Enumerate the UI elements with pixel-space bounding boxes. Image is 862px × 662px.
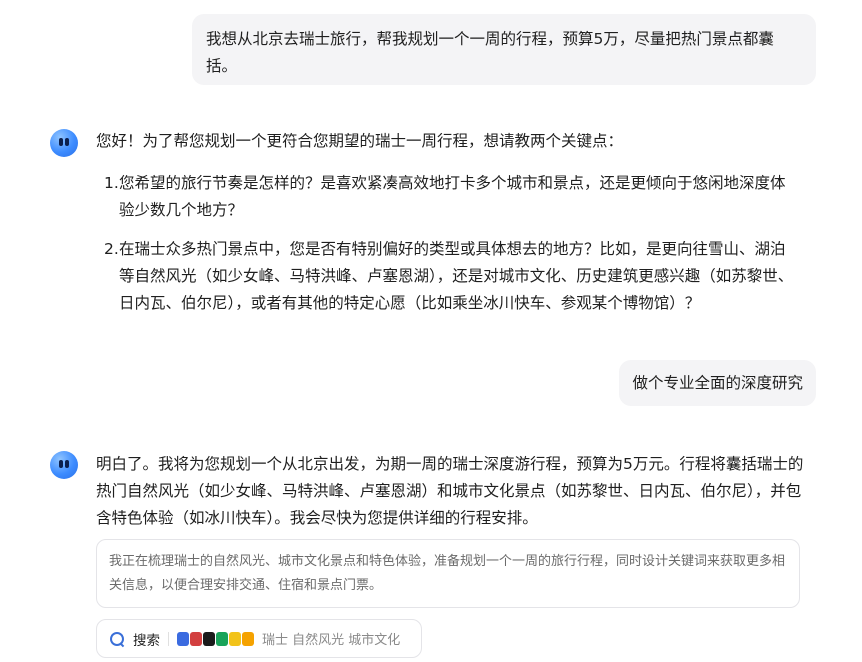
assistant-intro-text: 您好！为了帮您规划一个更符合您期望的瑞士一周行程，想请教两个关键点： [96,132,624,150]
user-message-text: 做个专业全面的深度研究 [632,374,803,392]
source-favicon-icon [229,631,241,646]
source-favicon-icon [203,631,215,646]
list-item-number: 1. [104,174,119,192]
assistant-avatar-icon [50,129,78,157]
assistant-question-list: 1. 您希望的旅行节奏是怎样的？是喜欢紧凑高效地打卡多个城市和景点，还是更倾向于… [96,170,796,329]
list-item-text: 您希望的旅行节奏是怎样的？是喜欢紧凑高效地打卡多个城市和景点，还是更倾向于悠闲地… [119,174,786,219]
list-item-text: 在瑞士众多热门景点中，您是否有特别偏好的类型或具体想去的地方？比如，是更向往雪山… [119,240,794,312]
user-message-text: 我想从北京去瑞士旅行，帮我规划一个一周的行程，预算5万，尽量把热门景点都囊括。 [206,30,774,75]
assistant-avatar-icon [50,451,78,479]
divider [168,631,169,646]
assistant-response-text: 明白了。我将为您规划一个从北京出发，为期一周的瑞士深度游行程，预算为5万元。行程… [96,455,804,527]
source-favicon-icon [177,631,189,646]
thinking-panel[interactable]: 我正在梳理瑞士的自然风光、城市文化景点和特色体验，准备规划一个一周的旅行行程，同… [96,539,800,608]
search-label: 搜索 [133,632,160,649]
search-keywords: 瑞士 自然风光 城市文化 [262,633,401,648]
source-favicon-icon [190,631,202,646]
source-favicon-icon [242,631,254,646]
source-favicons [177,631,254,646]
source-favicon-icon [216,631,228,646]
list-item: 1. 您希望的旅行节奏是怎样的？是喜欢紧凑高效地打卡多个城市和景点，还是更倾向于… [96,170,796,224]
user-message-bubble: 做个专业全面的深度研究 [619,360,816,406]
thinking-text: 我正在梳理瑞士的自然风光、城市文化景点和特色体验，准备规划一个一周的旅行行程，同… [109,554,786,593]
user-message-bubble: 我想从北京去瑞士旅行，帮我规划一个一周的行程，预算5万，尽量把热门景点都囊括。 [192,14,816,85]
list-item-number: 2. [104,240,119,258]
search-icon [109,631,125,647]
search-status-pill[interactable]: 搜索 瑞士 自然风光 城市文化 [96,619,422,658]
list-item: 2. 在瑞士众多热门景点中，您是否有特别偏好的类型或具体想去的地方？比如，是更向… [96,236,796,317]
